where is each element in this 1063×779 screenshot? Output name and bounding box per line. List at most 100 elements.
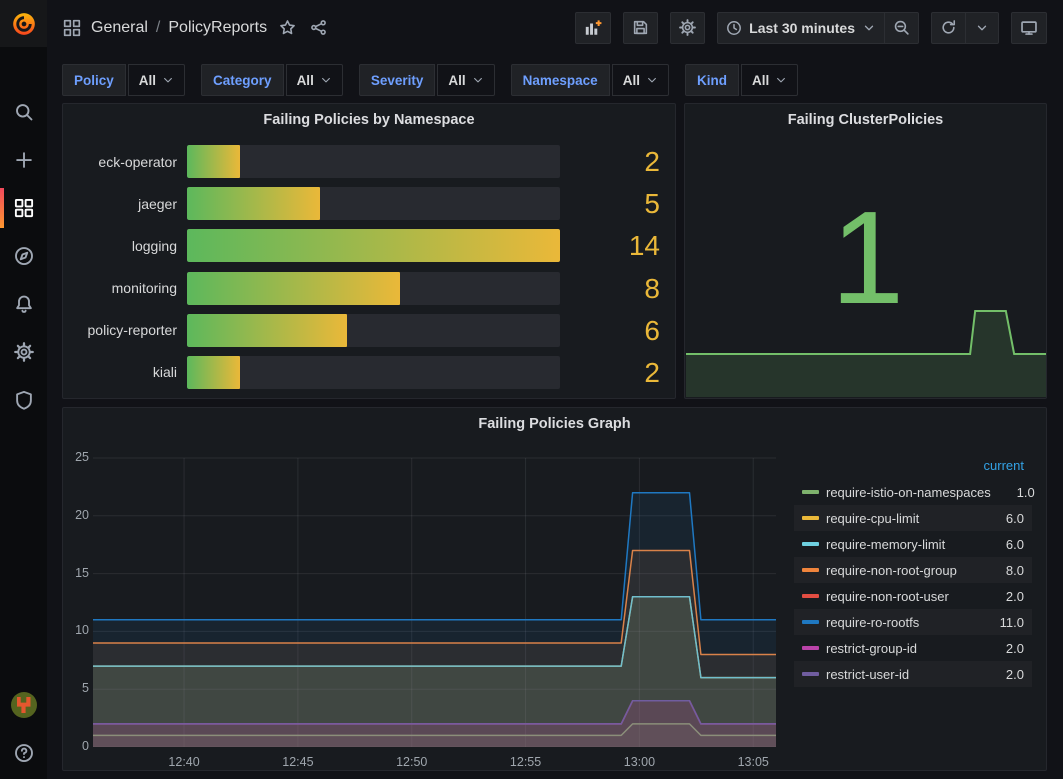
bar-gauge-track [187,356,560,389]
legend-row[interactable]: require-non-root-user2.0 [794,583,1032,609]
legend-series-name: require-ro-rootfs [826,615,980,630]
chevron-down-icon [320,74,332,86]
bar-gauge-row: logging14 [75,229,660,262]
legend-series-current-value: 2.0 [980,641,1024,656]
bar-gauge-bar [187,145,240,178]
legend-row[interactable]: restrict-group-id2.0 [794,635,1032,661]
y-axis-tick-label: 25 [63,450,89,464]
top-nav: General / PolicyReports Last 30 minutes [47,0,1063,55]
sidebar-item-profile[interactable] [0,681,47,729]
bar-gauge-value: 8 [568,272,660,305]
bar-gauge-track [187,145,560,178]
zoom-out-icon [893,19,910,36]
sidebar-item-search[interactable] [0,88,47,136]
bar-gauge-bar [187,314,347,347]
sidebar-item-create[interactable] [0,136,47,184]
bar-gauge-bar [187,187,320,220]
y-axis-tick-label: 0 [63,739,89,753]
legend-row[interactable]: require-memory-limit6.0 [794,531,1032,557]
bar-gauge-value: 5 [568,187,660,220]
legend-series-current-value: 11.0 [980,615,1024,630]
filter-category: CategoryAll [201,64,343,96]
refresh-interval-dropdown[interactable] [965,12,999,44]
sidebar-item-dashboards[interactable] [0,184,47,232]
bar-gauge-row: eck-operator 2 [75,145,660,178]
legend-current-header[interactable]: current [794,454,1032,479]
filter-value-dropdown[interactable]: All [128,64,185,96]
save-dashboard-button[interactable] [623,12,658,44]
y-axis-tick-label: 10 [63,623,89,637]
star-icon [279,19,296,36]
refresh-controls [931,12,999,44]
filter-label: Namespace [511,64,610,96]
kiosk-mode-button[interactable] [1011,12,1047,44]
grafana-logo-icon[interactable] [0,0,47,47]
add-panel-button[interactable] [575,12,611,44]
plus-icon [14,150,34,170]
filter-label: Policy [62,64,126,96]
panel-title[interactable]: Failing Policies Graph [63,408,1046,432]
monitor-icon [1020,19,1038,37]
legend-series-swatch [802,542,819,546]
legend-row[interactable]: require-non-root-group8.0 [794,557,1032,583]
chevron-down-icon [862,21,876,35]
breadcrumb-folder[interactable]: General [91,19,148,37]
filter-severity: SeverityAll [359,64,495,96]
zoom-out-button[interactable] [884,12,919,44]
legend-row[interactable]: require-istio-on-namespaces1.0 [794,479,1032,505]
sidebar-item-server-admin[interactable] [0,376,47,424]
bar-gauge-value: 2 [568,145,660,178]
sidebar-item-alerting[interactable] [0,280,47,328]
bar-gauge-track [187,272,560,305]
sidebar-item-help[interactable] [0,729,47,777]
refresh-button[interactable] [931,12,965,44]
star-dashboard-button[interactable] [277,17,298,38]
dashboard-settings-button[interactable] [670,12,705,44]
graph-plot-area[interactable] [93,451,776,747]
x-axis-tick-label: 13:00 [617,755,661,769]
filter-policy: Policy All [62,64,185,96]
sidebar-item-explore[interactable] [0,232,47,280]
legend-series-current-value: 8.0 [980,563,1024,578]
page-title[interactable]: General / PolicyReports [91,19,267,37]
legend-row[interactable]: require-ro-rootfs11.0 [794,609,1032,635]
avatar [11,692,37,718]
legend-series-current-value: 1.0 [991,485,1035,500]
filter-value-dropdown[interactable]: All [437,64,494,96]
bar-gauge-bar [187,229,560,262]
bar-gauge-value: 14 [568,229,660,262]
breadcrumb-dashboard[interactable]: PolicyReports [168,19,267,37]
filter-label: Category [201,64,284,96]
legend-series-name: restrict-user-id [826,667,980,682]
y-axis-tick-label: 15 [63,566,89,580]
bar-gauge-row-label: policy-reporter [75,322,179,338]
legend-series-swatch [802,620,819,624]
gear-icon [679,19,696,36]
bar-gauge-row: kiali2 [75,356,660,389]
share-dashboard-button[interactable] [308,17,329,38]
filter-value-dropdown[interactable]: All [286,64,343,96]
filter-value-text: All [139,73,156,88]
stat-sparkline [686,302,1047,397]
filter-value-text: All [623,73,640,88]
bell-icon [14,294,34,314]
panel-title[interactable]: Failing Policies by Namespace [63,104,675,128]
sidebar-item-configuration[interactable] [0,328,47,376]
legend-row[interactable]: require-cpu-limit6.0 [794,505,1032,531]
legend-series-swatch [802,568,819,572]
filter-kind: KindAll [685,64,798,96]
breadcrumb: General / PolicyReports [63,17,329,38]
y-axis-tick-label: 5 [63,681,89,695]
filter-value-dropdown[interactable]: All [612,64,669,96]
time-controls: Last 30 minutes [717,12,919,44]
bar-gauge-value: 6 [568,314,660,347]
search-icon [14,102,34,122]
bar-gauge-track [187,314,560,347]
time-range-picker[interactable]: Last 30 minutes [717,12,884,44]
legend-row[interactable]: restrict-user-id2.0 [794,661,1032,687]
filter-value-dropdown[interactable]: All [741,64,798,96]
panel-title[interactable]: Failing ClusterPolicies [685,104,1046,128]
chevron-down-icon [472,74,484,86]
bar-gauge-row-label: eck-operator [75,154,179,170]
bar-gauge-row-label: kiali [75,364,179,380]
